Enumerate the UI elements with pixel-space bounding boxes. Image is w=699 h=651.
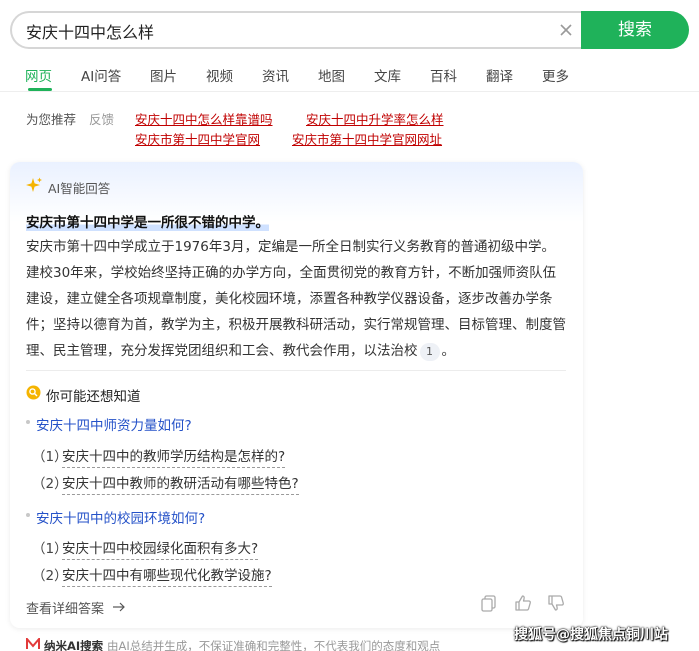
tab-ai-qa[interactable]: AI问答 (81, 65, 121, 85)
tab-encyclopedia[interactable]: 百科 (430, 65, 457, 85)
watermark-text: 搜狐号@搜狐焦点铜川站 (514, 627, 668, 643)
feedback-link[interactable]: 反馈 (89, 109, 114, 128)
footer-disclaimer: 由AI总结并生成，不保证准确和完整性，不代表我们的态度和观点 (107, 639, 441, 651)
answer-heading: 安庆市第十四中学是一所很不错的中学。 (26, 215, 269, 231)
related-questions-title: 你可能还想知道 (46, 389, 141, 405)
tab-news[interactable]: 资讯 (262, 65, 289, 85)
tab-translate[interactable]: 翻译 (486, 65, 513, 85)
sub-question[interactable]: 安庆十四中的教师学历结构是怎样的? (62, 445, 286, 468)
footer-brand: 纳米AI搜索 (44, 639, 104, 651)
view-detail-link[interactable]: 查看详细答案 (26, 598, 104, 617)
recommend-label: 为您推荐 (26, 112, 77, 127)
copy-icon[interactable] (480, 594, 498, 612)
recommend-link[interactable]: 安庆十四中怎么样靠谱吗 (135, 109, 273, 128)
clear-icon[interactable] (557, 21, 575, 39)
nami-logo-icon (26, 638, 40, 649)
thumbs-down-icon[interactable] (547, 594, 565, 612)
bullet-dot (26, 420, 30, 424)
recommend-link[interactable]: 安庆市第十四中学官网 (135, 129, 260, 148)
ai-answer-card: AI智能回答 安庆市第十四中学是一所很不错的中学。 安庆市第十四中学成立于197… (10, 162, 583, 628)
tab-web[interactable]: 网页 (25, 65, 52, 85)
divider (26, 370, 566, 371)
tab-more[interactable]: 更多 (542, 65, 569, 85)
recommend-link[interactable]: 安庆市第十四中学官网网址 (292, 129, 442, 148)
arrow-right-icon (113, 602, 125, 612)
thumbs-up-icon[interactable] (514, 594, 532, 612)
search-box[interactable] (10, 11, 582, 49)
ai-answer-title: AI智能回答 (48, 181, 111, 196)
tab-video[interactable]: 视频 (206, 65, 233, 85)
tab-map[interactable]: 地图 (318, 65, 345, 85)
active-tab-indicator (28, 88, 52, 91)
search-button[interactable]: 搜索 (581, 11, 689, 49)
sub-question[interactable]: 安庆十四中校园绿化面积有多大? (62, 537, 259, 560)
search-tabs: 网页 AI问答 图片 视频 资讯 地图 文库 百科 翻译 更多 (0, 62, 699, 92)
related-question[interactable]: 安庆十四中的校园环境如何? (36, 507, 205, 527)
answer-body: 安庆市第十四中学成立于1976年3月，定编是一所全日制实行义务教育的普通初级中学… (26, 239, 566, 361)
bullet-dot (26, 513, 30, 517)
sparkle-icon (26, 177, 42, 192)
citation-badge[interactable]: 1 (419, 343, 440, 361)
tab-images[interactable]: 图片 (150, 65, 177, 85)
tab-library[interactable]: 文库 (374, 65, 401, 85)
lightbulb-icon (26, 385, 41, 400)
sub-question[interactable]: 安庆十四中有哪些现代化教学设施? (62, 564, 272, 587)
sub-question[interactable]: 安庆十四中教师的教研活动有哪些特色? (62, 472, 299, 495)
related-question[interactable]: 安庆十四中师资力量如何? (36, 414, 192, 434)
search-input[interactable] (26, 20, 526, 42)
recommend-link[interactable]: 安庆十四中升学率怎么样 (306, 109, 444, 128)
